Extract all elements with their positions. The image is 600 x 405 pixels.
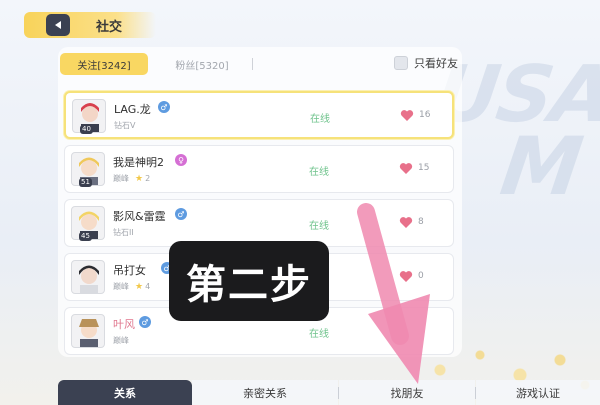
online-status: 在线 — [309, 167, 329, 178]
heart-icon — [399, 163, 413, 174]
star-icon: ★ — [135, 281, 144, 292]
star-icon: ★ — [135, 173, 144, 184]
back-button[interactable] — [46, 14, 70, 36]
only-friends-toggle[interactable]: 只看好友 — [394, 55, 458, 71]
heart-icon — [400, 110, 414, 121]
male-gender-icon: ♂ — [175, 208, 187, 220]
friend-rank: 巅峰 — [113, 336, 129, 345]
nav-intimate[interactable]: 亲密关系 — [192, 380, 338, 405]
avatar[interactable] — [71, 314, 105, 348]
like-count: 8 — [418, 217, 424, 227]
tab-fans[interactable]: 粉丝[5320] — [158, 53, 246, 75]
nav-relations[interactable]: 关系 — [58, 380, 192, 405]
tab-divider — [252, 58, 253, 70]
friend-name: 影风&雷霆 — [113, 210, 166, 223]
back-arrow-icon — [55, 21, 61, 29]
friend-name: 吊打女 — [113, 264, 146, 277]
like-count: 15 — [418, 163, 430, 173]
friend-name: 叶风 — [113, 318, 135, 331]
only-friends-label: 只看好友 — [414, 57, 458, 70]
step-label-overlay: 第二步 — [169, 241, 329, 321]
heart-icon — [399, 271, 413, 282]
female-gender-icon: ♀ — [175, 154, 187, 166]
page-title: 社交 — [96, 19, 123, 35]
like-count: 0 — [418, 271, 424, 281]
online-status: 在线 — [309, 221, 329, 232]
avatar[interactable] — [71, 260, 105, 294]
bottom-nav: 关系 亲密关系 找朋友 游戏认证 — [0, 380, 600, 405]
nav-game-auth[interactable]: 游戏认证 — [476, 380, 600, 405]
friend-rank: 钻石V — [114, 121, 136, 130]
tab-follow[interactable]: 关注[3242] — [60, 53, 148, 75]
friend-name: 我是神明2 — [113, 156, 164, 169]
friend-rank: 巅峰 ★ 4 — [113, 281, 151, 292]
nav-find-friends[interactable]: 找朋友 — [339, 380, 475, 405]
friend-row[interactable]: 45 影风&雷霆 ♂ 钻石II 在线 8 — [64, 199, 454, 247]
only-friends-checkbox[interactable] — [394, 56, 408, 70]
online-status: 在线 — [309, 329, 329, 340]
page-header: 社交 — [24, 12, 156, 38]
friend-rank: 巅峰 ★ 2 — [113, 173, 151, 184]
level-badge: 51 — [79, 178, 92, 187]
male-gender-icon: ♂ — [139, 316, 151, 328]
friend-row[interactable]: 51 我是神明2 ♀ 巅峰 ★ 2 在线 15 — [64, 145, 454, 193]
friend-name: LAG.龙 — [114, 103, 151, 116]
list-tabs: 关注[3242] 粉丝[5320] 只看好友 — [58, 47, 462, 81]
male-gender-icon: ♂ — [158, 101, 170, 113]
friend-rank: 钻石II — [113, 228, 134, 237]
level-badge: 40 — [80, 125, 93, 134]
friend-row[interactable]: 40 LAG.龙 ♂ 钻石V 在线 16 — [64, 91, 454, 139]
background-logo-text-2: M — [495, 120, 587, 213]
like-count: 16 — [419, 110, 431, 120]
heart-icon — [399, 217, 413, 228]
online-status: 在线 — [310, 114, 330, 125]
level-badge: 45 — [79, 232, 92, 241]
